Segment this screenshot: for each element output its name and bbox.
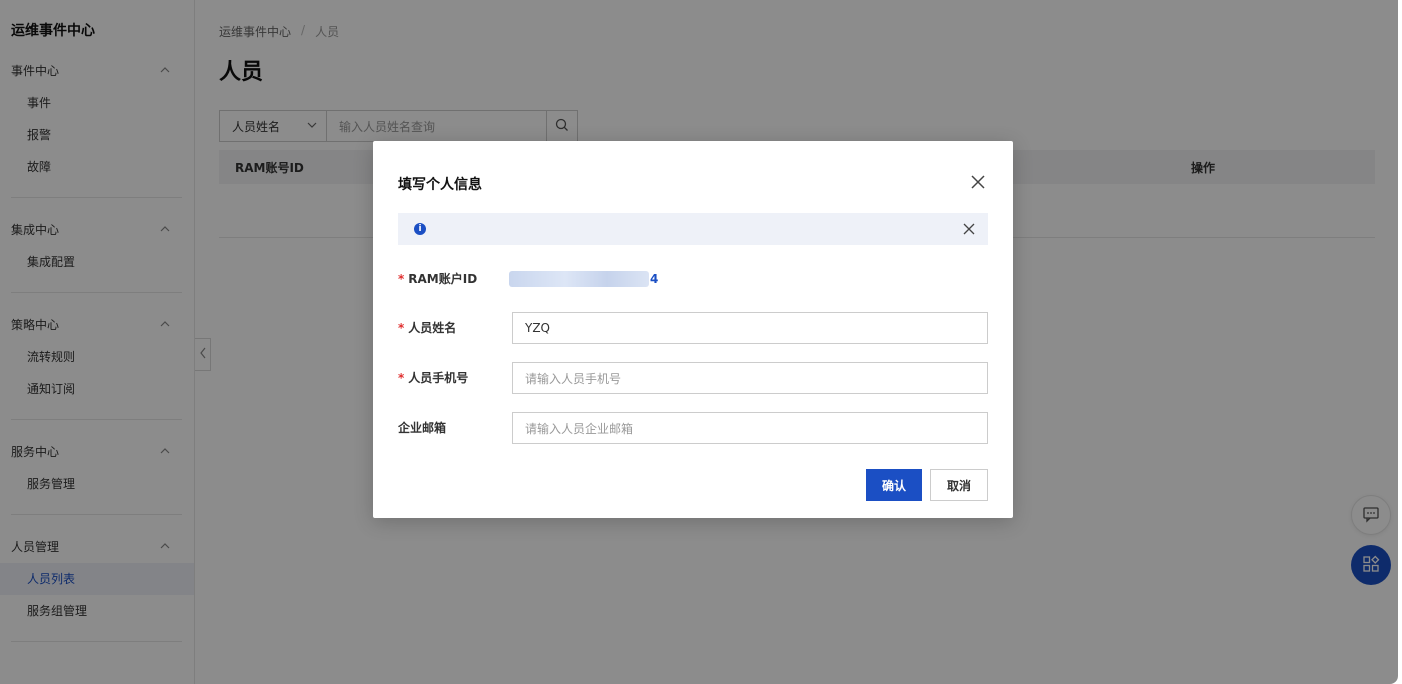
phone-label-text: 人员手机号 [408,371,469,385]
name-label-text: 人员姓名 [408,321,457,335]
phone-input[interactable]: 请输入人员手机号 [512,362,988,394]
info-icon: i [414,223,426,235]
required-mark: * [398,371,405,385]
required-mark: * [398,272,405,286]
notice-close-button[interactable] [962,222,976,236]
redacted-mask [509,271,649,287]
window-edge [1398,0,1402,684]
confirm-button[interactable]: 确认 [866,469,922,501]
phone-label: * 人员手机号 [398,369,468,386]
ram-account-label-text: RAM账户ID [408,272,478,286]
ram-account-value: 4 [509,271,658,287]
name-input[interactable]: YZQ [512,312,988,344]
email-input[interactable]: 请输入人员企业邮箱 [512,412,988,444]
dialog-close-button[interactable] [969,173,987,191]
email-label: 企业邮箱 [398,421,447,435]
name-label: * 人员姓名 [398,319,456,336]
required-mark: * [398,321,405,335]
ram-account-label: * RAM账户ID [398,270,477,287]
dialog-title: 填写个人信息 [398,177,482,193]
app-window: 运维事件中心 事件中心 事件 报警 故障 集成中心 集成配置 策略中心 流转规则… [0,0,1398,684]
info-notice: i [398,213,988,245]
personal-info-dialog: 填写个人信息 i * RAM账户ID 4 * 人员姓名 YZQ * 人员手机号 请输入… [373,141,1013,518]
cancel-button[interactable]: 取消 [930,469,988,501]
close-icon [962,223,976,239]
ram-account-value-tail: 4 [650,272,659,286]
close-icon [969,175,987,194]
